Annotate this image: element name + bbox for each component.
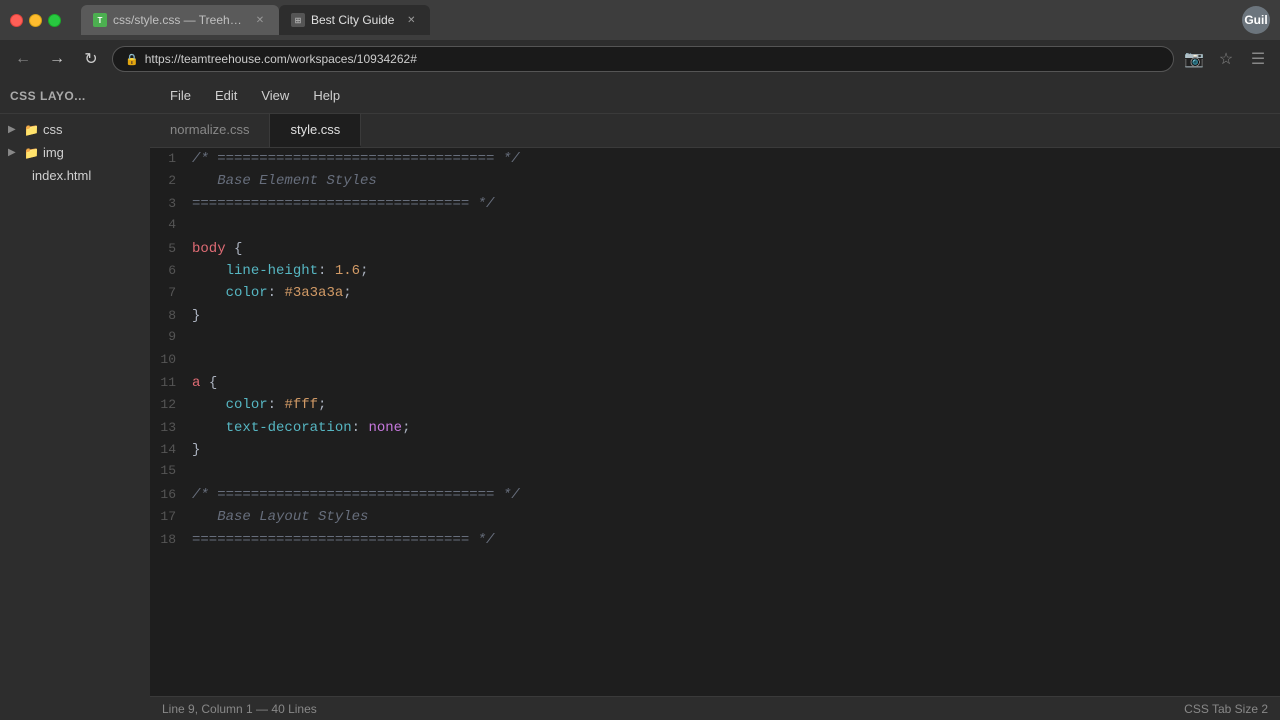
traffic-lights [10, 14, 61, 27]
forward-button[interactable]: → [44, 46, 70, 72]
lock-icon: 🔒 [125, 53, 139, 66]
url-bar[interactable]: 🔒 https://teamtreehouse.com/workspaces/1… [112, 46, 1174, 72]
close-button[interactable] [10, 14, 23, 27]
editor-area: normalize.css style.css 1 /* ===========… [150, 114, 1280, 720]
tab2-label: Best City Guide [311, 13, 394, 27]
sidebar-item-css[interactable]: ▶ 📁 css [0, 118, 150, 141]
menu-icon[interactable]: ☰ [1246, 47, 1270, 71]
index-file-label: index.html [32, 168, 91, 183]
file-tab-normalize[interactable]: normalize.css [150, 114, 270, 147]
addressbar-right: 📷 ☆ ☰ [1182, 47, 1270, 71]
app-content: CSS Layo... ▶ 📁 css ▶ 📁 img index.html F… [0, 78, 1280, 720]
code-line-4: 4 [150, 215, 1280, 237]
maximize-button[interactable] [48, 14, 61, 27]
code-line-7: 7 color: #3a3a3a; [150, 282, 1280, 304]
file-tab-style[interactable]: style.css [270, 114, 361, 147]
css-folder-label: css [43, 122, 63, 137]
status-left: Line 9, Column 1 — 40 Lines [162, 702, 317, 716]
code-line-13: 13 text-decoration: none; [150, 417, 1280, 439]
menu-file[interactable]: File [160, 84, 201, 107]
code-line-14: 14 } [150, 439, 1280, 461]
sidebar-tree: ▶ 📁 css ▶ 📁 img index.html [0, 114, 150, 720]
code-line-16: 16 /* ================================= … [150, 484, 1280, 506]
code-line-6: 6 line-height: 1.6; [150, 260, 1280, 282]
img-expand-arrow: ▶ [8, 147, 20, 158]
panel-header: CSS Layo... [0, 78, 150, 114]
file-tabs: normalize.css style.css [150, 114, 1280, 148]
browser-tabs: T css/style.css — Treehouse ✕ ⊞ Best Cit… [81, 5, 1242, 35]
user-avatar[interactable]: Guil [1242, 6, 1270, 34]
menu-edit[interactable]: Edit [205, 84, 247, 107]
status-right: CSS Tab Size 2 [1184, 702, 1268, 716]
refresh-button[interactable]: ↻ [78, 46, 104, 72]
tab2-favicon: ⊞ [291, 13, 305, 27]
code-editor[interactable]: 1 /* ================================= *… [150, 148, 1280, 696]
url-text: https://teamtreehouse.com/workspaces/109… [145, 52, 417, 66]
code-line-11: 11 a { [150, 372, 1280, 394]
screenshot-icon[interactable]: 📷 [1182, 47, 1206, 71]
panel-title: CSS Layo... [10, 89, 86, 103]
code-line-5: 5 body { [150, 238, 1280, 260]
css-expand-arrow: ▶ [8, 124, 20, 135]
left-panel: CSS Layo... ▶ 📁 css ▶ 📁 img index.html [0, 78, 150, 720]
menubar: File Edit View Help [150, 78, 1280, 114]
img-folder-label: img [43, 145, 64, 160]
tab-1[interactable]: T css/style.css — Treehouse ✕ [81, 5, 279, 35]
tab1-label: css/style.css — Treehouse [113, 13, 243, 27]
menu-view[interactable]: View [251, 84, 299, 107]
minimize-button[interactable] [29, 14, 42, 27]
code-line-12: 12 color: #fff; [150, 394, 1280, 416]
status-bar: Line 9, Column 1 — 40 Lines CSS Tab Size… [150, 696, 1280, 720]
code-line-10: 10 [150, 350, 1280, 372]
menu-help[interactable]: Help [303, 84, 350, 107]
code-line-1: 1 /* ================================= *… [150, 148, 1280, 170]
tab-2[interactable]: ⊞ Best City Guide ✕ [279, 5, 430, 35]
tab1-close[interactable]: ✕ [253, 13, 267, 27]
sidebar-item-img[interactable]: ▶ 📁 img [0, 141, 150, 164]
sidebar-item-index[interactable]: index.html [0, 164, 150, 187]
bookmark-icon[interactable]: ☆ [1214, 47, 1238, 71]
code-line-18: 18 ================================= */ [150, 529, 1280, 551]
code-line-15: 15 [150, 461, 1280, 483]
back-button[interactable]: ← [10, 46, 36, 72]
tab2-close[interactable]: ✕ [404, 13, 418, 27]
code-line-17: 17 Base Layout Styles [150, 506, 1280, 528]
addressbar: ← → ↻ 🔒 https://teamtreehouse.com/worksp… [0, 40, 1280, 78]
img-folder-icon: 📁 [24, 146, 39, 160]
code-line-2: 2 Base Element Styles [150, 170, 1280, 192]
code-line-8: 8 } [150, 305, 1280, 327]
code-line-3: 3 ================================= */ [150, 193, 1280, 215]
tab1-favicon: T [93, 13, 107, 27]
code-line-9: 9 [150, 327, 1280, 349]
css-folder-icon: 📁 [24, 123, 39, 137]
titlebar: T css/style.css — Treehouse ✕ ⊞ Best Cit… [0, 0, 1280, 40]
